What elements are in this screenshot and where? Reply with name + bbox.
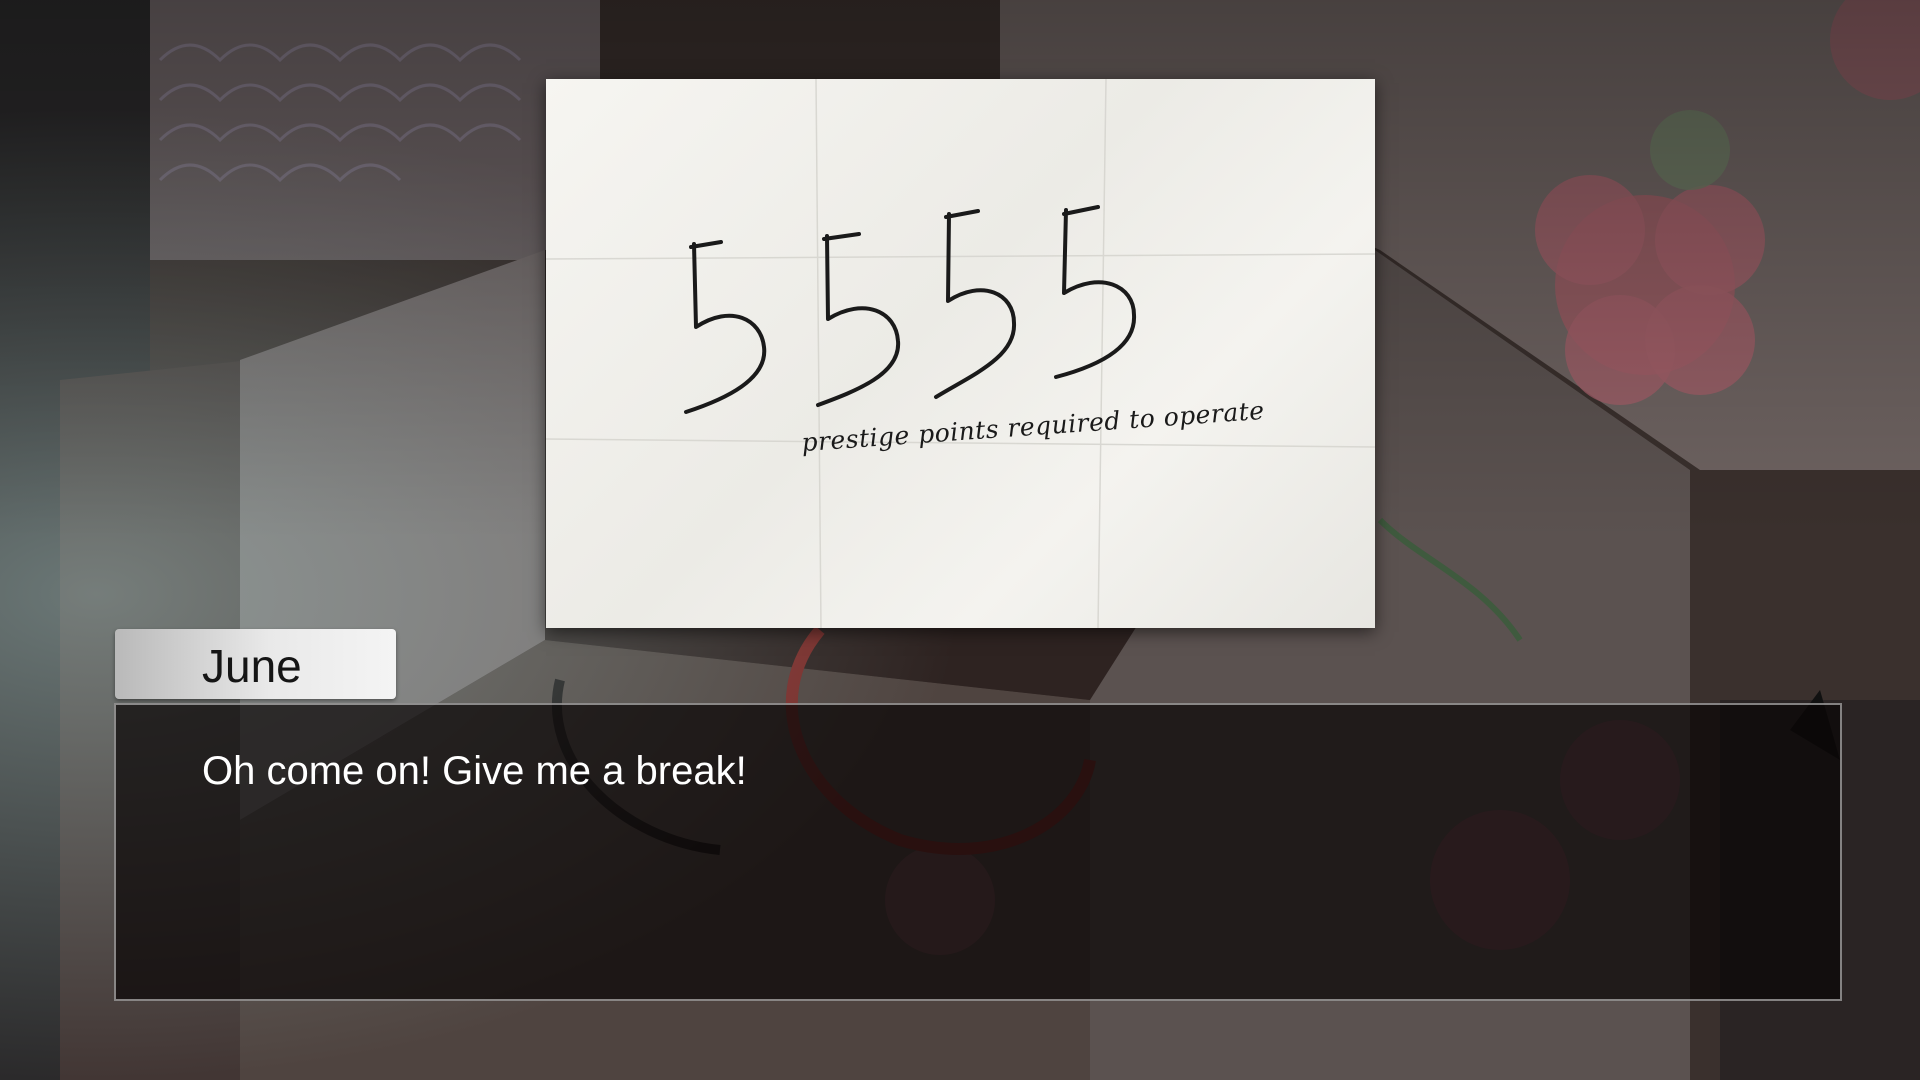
speaker-nameplate: June bbox=[115, 629, 396, 699]
dialogue-text: Oh come on! Give me a break! bbox=[202, 749, 747, 793]
number-glyphs bbox=[684, 205, 1137, 414]
paper-note: 5555 prestige points required to operate bbox=[546, 79, 1375, 628]
dialogue-box[interactable]: Oh come on! Give me a break! bbox=[114, 703, 1842, 1001]
speaker-name: June bbox=[202, 640, 302, 692]
handwriting bbox=[546, 79, 1375, 628]
